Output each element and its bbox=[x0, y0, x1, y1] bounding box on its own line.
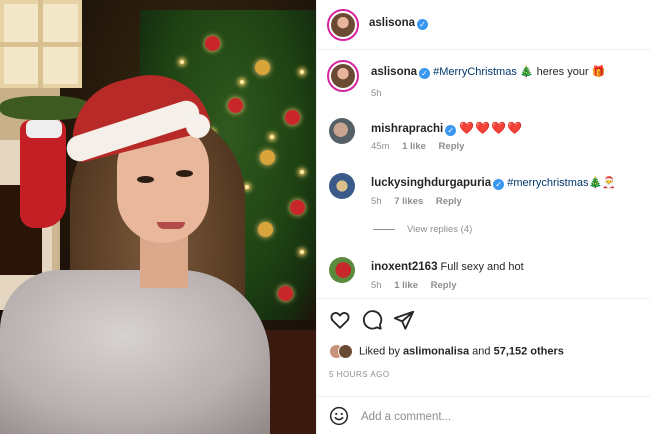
comment-text: luckysinghdurgapuria ✓ #merrychristmas🎄🎅 bbox=[371, 176, 641, 191]
comment-input[interactable] bbox=[361, 407, 631, 427]
photo-mouth bbox=[157, 222, 185, 229]
liked-by-user[interactable]: aslimonalisa bbox=[403, 345, 469, 357]
author-avatar[interactable] bbox=[327, 9, 359, 41]
comment-time: 45m bbox=[371, 141, 390, 152]
comment-text: mishraprachi ✓ ❤️❤️❤️❤️ bbox=[371, 121, 641, 137]
comment-row: mishraprachi ✓ ❤️❤️❤️❤️ 45m 1 like Reply bbox=[317, 118, 650, 158]
caption-text: aslisona ✓ #MerryChristmas 🎄 heres your 🎁 bbox=[371, 65, 641, 80]
post-side-panel: aslisona ✓ aslisona ✓ #MerryChristmas 🎄 he… bbox=[316, 0, 650, 434]
verified-icon: ✓ bbox=[493, 179, 505, 190]
comment-meta: 5h 7 likes Reply bbox=[371, 196, 472, 207]
post-actions bbox=[317, 298, 650, 342]
christmas-emoji: 🎄🎅 bbox=[588, 177, 616, 189]
comment-row: inoxent2163 Full sexy and hot 5h 1 like … bbox=[317, 257, 650, 297]
likes-count[interactable]: 57,152 others bbox=[494, 345, 564, 357]
liker-avatar bbox=[338, 344, 353, 359]
photo-eye bbox=[176, 170, 193, 177]
reply-button[interactable]: Reply bbox=[439, 141, 465, 152]
author-avatar-image bbox=[331, 13, 355, 37]
photo-sweater bbox=[0, 270, 270, 434]
commenter-avatar[interactable] bbox=[329, 118, 355, 144]
verified-icon: ✓ bbox=[419, 68, 431, 79]
caption-meta: 5h bbox=[371, 88, 392, 99]
comment-row: luckysinghdurgapuria ✓ #merrychristmas🎄🎅 … bbox=[317, 173, 650, 213]
tree-light bbox=[245, 185, 249, 189]
window-frame-horizontal bbox=[0, 42, 82, 47]
liked-by-and: and bbox=[472, 345, 491, 358]
tree-emoji: 🎄 bbox=[519, 66, 534, 78]
post-photo[interactable] bbox=[0, 0, 316, 434]
tree-bauble bbox=[205, 36, 220, 51]
caption-hashtag[interactable]: #MerryChristmas bbox=[433, 66, 517, 78]
commenter-avatar[interactable] bbox=[329, 257, 355, 283]
tree-light bbox=[300, 170, 304, 174]
emoji-icon[interactable] bbox=[329, 406, 349, 426]
commenter-avatar[interactable] bbox=[329, 173, 355, 199]
commenter-username[interactable]: mishraprachi bbox=[371, 123, 443, 135]
tree-bauble bbox=[260, 150, 275, 165]
tree-light bbox=[300, 70, 304, 74]
commenter-username[interactable]: inoxent2163 bbox=[371, 261, 437, 273]
hearts-emoji: ❤️❤️❤️❤️ bbox=[459, 121, 524, 135]
comment-meta: 45m 1 like Reply bbox=[371, 141, 474, 152]
reply-button[interactable]: Reply bbox=[431, 280, 457, 291]
post-timestamp: 5 HOURS AGO bbox=[329, 370, 390, 379]
comment-hashtag[interactable]: #merrychristmas bbox=[507, 177, 588, 189]
stocking-cuff bbox=[26, 120, 62, 138]
tree-bauble bbox=[255, 60, 270, 75]
caption-username[interactable]: aslisona bbox=[371, 66, 417, 78]
comment-time: 5h bbox=[371, 196, 382, 207]
tree-bauble bbox=[290, 200, 305, 215]
caption-avatar[interactable] bbox=[327, 60, 359, 92]
tree-light bbox=[300, 250, 304, 254]
verified-icon: ✓ bbox=[445, 125, 457, 136]
verified-icon: ✓ bbox=[417, 19, 429, 30]
comment-likes[interactable]: 1 like bbox=[394, 280, 418, 291]
caption-avatar-image bbox=[331, 64, 355, 88]
tree-bauble bbox=[285, 110, 300, 125]
view-replies-line bbox=[373, 228, 395, 230]
santa-hat-pompom bbox=[186, 114, 210, 138]
photo-eye bbox=[137, 176, 154, 183]
caption-time: 5h bbox=[371, 88, 382, 99]
comment-text: inoxent2163 Full sexy and hot bbox=[371, 260, 641, 275]
comment-meta: 5h 1 like Reply bbox=[371, 280, 467, 291]
comment-likes[interactable]: 7 likes bbox=[394, 196, 423, 207]
likes-summary: Liked by aslimonalisa and 57,152 others bbox=[329, 344, 564, 359]
comment-body: Full sexy and hot bbox=[440, 261, 524, 273]
header-author: aslisona ✓ bbox=[369, 17, 429, 30]
view-replies-button[interactable]: View replies (4) bbox=[373, 224, 472, 235]
reply-button[interactable]: Reply bbox=[436, 196, 462, 207]
commenter-username[interactable]: luckysinghdurgapuria bbox=[371, 177, 491, 189]
comment-icon[interactable] bbox=[361, 309, 383, 331]
tree-bauble bbox=[258, 222, 273, 237]
comment-time: 5h bbox=[371, 280, 382, 291]
add-comment-bar bbox=[317, 396, 650, 434]
tree-light bbox=[240, 80, 244, 84]
post-header: aslisona ✓ bbox=[317, 0, 650, 50]
tree-bauble bbox=[278, 286, 293, 301]
tree-light bbox=[180, 60, 184, 64]
caption-row: aslisona ✓ #MerryChristmas 🎄 heres your 🎁… bbox=[317, 58, 650, 102]
heart-icon[interactable] bbox=[329, 309, 351, 331]
liked-by-prefix: Liked by bbox=[359, 345, 400, 358]
author-username[interactable]: aslisona bbox=[369, 17, 415, 29]
comment-likes[interactable]: 1 like bbox=[402, 141, 426, 152]
share-icon[interactable] bbox=[393, 309, 415, 331]
view-replies-label: View replies (4) bbox=[407, 224, 473, 235]
tree-light bbox=[270, 135, 274, 139]
tree-bauble bbox=[228, 98, 243, 113]
caption-body: heres your bbox=[536, 66, 589, 78]
gift-emoji: 🎁 bbox=[591, 66, 606, 78]
